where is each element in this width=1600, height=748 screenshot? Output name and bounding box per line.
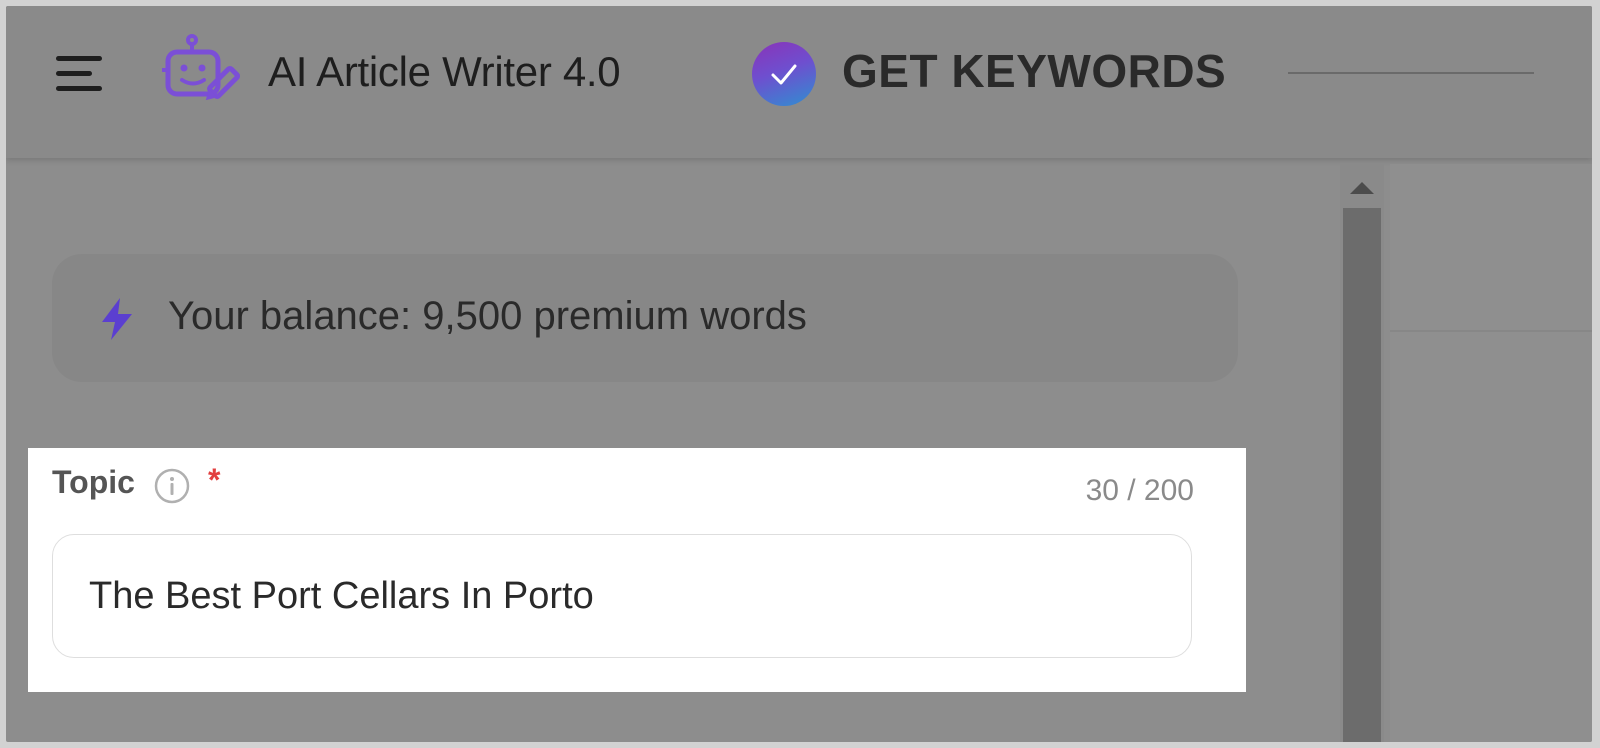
- topic-input[interactable]: [52, 534, 1192, 658]
- balance-banner: Your balance: 9,500 premium words: [52, 254, 1238, 382]
- topic-label: Topic: [52, 464, 135, 500]
- top-bar: AI Article Writer 4.0 GET KEYWORDS: [6, 6, 1592, 158]
- app-title: AI Article Writer 4.0: [268, 48, 621, 95]
- hamburger-menu-icon[interactable]: [56, 54, 108, 94]
- required-marker: *: [208, 462, 221, 498]
- balance-text: Your balance: 9,500 premium words: [168, 294, 807, 338]
- character-counter: 30 / 200: [1085, 474, 1194, 507]
- check-circle-icon[interactable]: [752, 42, 816, 106]
- topic-field-card: Topic * 30 / 200: [28, 448, 1246, 692]
- scrollbar-thumb[interactable]: [1343, 208, 1381, 742]
- get-keywords-button[interactable]: GET KEYWORDS: [842, 44, 1226, 98]
- scroll-up-arrow-icon[interactable]: [1340, 168, 1384, 208]
- right-panel: [1390, 164, 1592, 742]
- header-divider: [1288, 72, 1534, 74]
- lightning-bolt-icon: [100, 298, 134, 340]
- robot-pencil-icon: [162, 34, 244, 116]
- app-window: AI Article Writer 4.0 GET KEYWORDS Your …: [6, 6, 1592, 742]
- panel-divider: [1390, 330, 1592, 332]
- info-circle-icon[interactable]: [154, 468, 190, 504]
